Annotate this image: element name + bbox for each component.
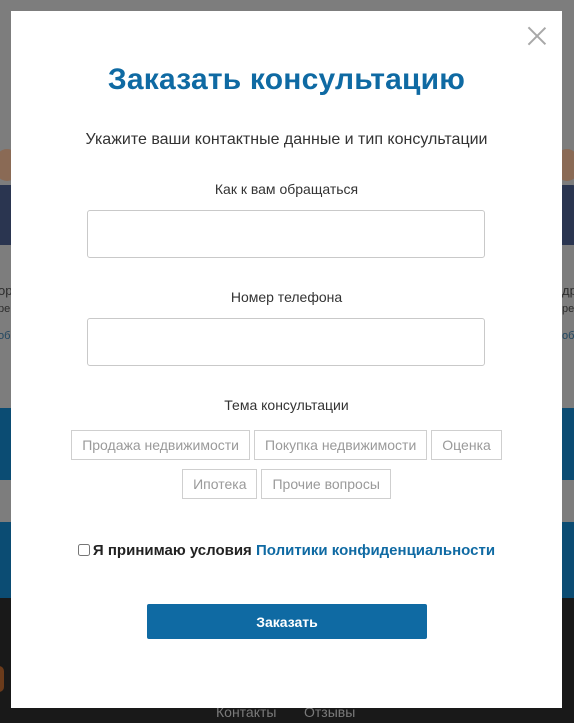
topic-options: Продажа недвижимости Покупка недвижимост…	[11, 430, 562, 499]
topic-label: Тема консультации	[224, 397, 349, 413]
consent-checkbox[interactable]	[77, 544, 90, 556]
team-member-name: др	[562, 283, 574, 298]
team-member-role: ре	[0, 303, 11, 315]
modal-title: Заказать консультацию	[107, 63, 466, 96]
team-member-link[interactable]: об	[562, 330, 574, 342]
topic-option-sale[interactable]: Продажа недвижимости	[71, 430, 250, 460]
phone-input[interactable]	[87, 318, 485, 366]
background-widget[interactable]	[0, 666, 4, 692]
consultation-modal: Заказать консультацию Укажите ваши конта…	[11, 11, 562, 708]
topic-option-other[interactable]: Прочие вопросы	[261, 469, 391, 499]
phone-field-label: Номер телефона	[230, 289, 343, 305]
team-member-link[interactable]: об	[0, 330, 10, 342]
topic-option-valuation[interactable]: Оценка	[431, 430, 502, 460]
submit-button[interactable]: Заказать	[147, 604, 427, 639]
topic-option-mortgage[interactable]: Ипотека	[182, 469, 258, 499]
modal-subtitle: Укажите ваши контактные данные и тип кон…	[85, 131, 488, 148]
consent-text: Я принимаю условия	[92, 542, 252, 559]
name-field-label: Как к вам обращаться	[214, 181, 359, 197]
name-input[interactable]	[87, 210, 485, 258]
team-member-role: ре	[562, 303, 574, 315]
topic-option-purchase[interactable]: Покупка недвижимости	[254, 430, 428, 460]
background-button[interactable]	[562, 480, 574, 522]
privacy-policy-link[interactable]: Политики конфиденциальности	[256, 542, 495, 559]
consent-row: Я принимаю условия Политики конфиденциал…	[11, 542, 562, 559]
close-icon[interactable]	[526, 25, 548, 47]
